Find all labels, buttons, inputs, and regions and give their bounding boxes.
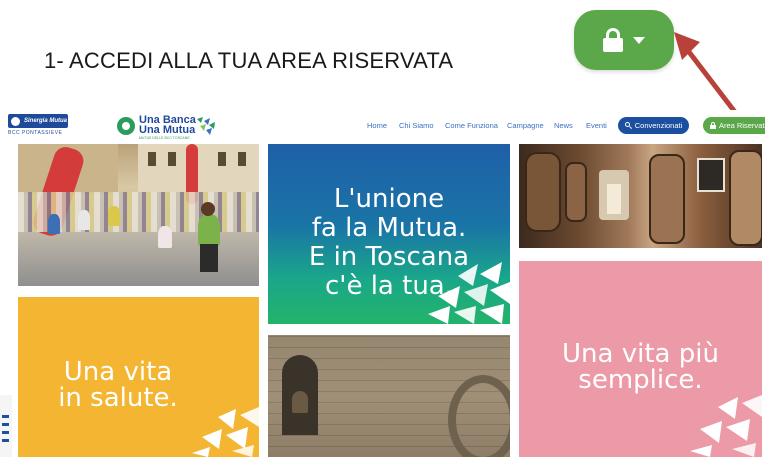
logo-brand: Sinergia Mutua (24, 118, 68, 124)
nav-eventi[interactable]: Eventi (586, 121, 607, 130)
area-riservata-label: Area Riservata (719, 121, 765, 130)
page: 1- ACCEDI ALLA TUA AREA RISERVATA Sinerg… (0, 0, 765, 457)
kids-running-photo-tile[interactable] (18, 144, 259, 286)
instruction-caption: 1- ACCEDI ALLA TUA AREA RISERVATA (44, 48, 454, 73)
pointer-arrow (674, 32, 741, 119)
unione-line-2: fa la Mutua. (311, 213, 467, 243)
salute-line-1: Una vita (63, 357, 173, 387)
caret-down-icon (633, 36, 645, 44)
vita-semplice-tile[interactable]: Una vita più semplice. (519, 261, 762, 457)
nav-come-funziona[interactable]: Come Funziona (445, 121, 498, 130)
nav-chi-siamo[interactable]: Chi Siamo (399, 121, 434, 130)
unione-mutua-tile[interactable]: L'unione fa la Mutua. E in Toscana c'è l… (268, 144, 510, 324)
search-icon (624, 122, 632, 130)
nav-news[interactable]: News (554, 121, 573, 130)
vita-in-salute-tile[interactable]: Una vita in salute. (18, 297, 259, 457)
unione-line-1: L'unione (333, 184, 445, 214)
logo-emblem-icon (117, 117, 135, 135)
semplice-slogan: Una vita più semplice. (519, 341, 762, 393)
wine-cellar-photo-tile[interactable] (519, 144, 762, 248)
logo-subtitle: BCC PONTASSIEVE (8, 130, 63, 136)
sinergia-mutua-logo[interactable]: Sinergia Mutua BCC PONTASSIEVE (8, 114, 70, 140)
semplice-line-2: semplice. (578, 365, 703, 395)
logo-line-3: MUTUE DELLE BCC TOSCANE (139, 136, 190, 140)
una-banca-una-mutua-logo[interactable]: Una Banca Una Mutua MUTUE DELLE BCC TOSC… (117, 113, 227, 141)
logo-mosaic-icon (197, 117, 215, 135)
mosaic-decoration (690, 395, 762, 457)
side-widget[interactable] (0, 395, 12, 457)
nav-campagne[interactable]: Campagne (507, 121, 544, 130)
mosaic-decoration (428, 262, 510, 324)
convenzionati-label: Convenzionati (634, 121, 683, 130)
salute-slogan: Una vita in salute. (18, 359, 218, 411)
nav-home[interactable]: Home (367, 121, 387, 130)
convenzionati-button[interactable]: Convenzionati (618, 117, 689, 134)
semplice-line-1: Una vita più (562, 339, 719, 369)
lock-icon (603, 28, 623, 52)
area-riservata-highlight-button[interactable] (574, 10, 674, 70)
stone-building-photo-tile[interactable] (268, 335, 510, 457)
area-riservata-button[interactable]: Area Riservata (703, 117, 765, 134)
mosaic-decoration (192, 407, 259, 457)
logo-line-2: Una Mutua (139, 124, 196, 136)
lock-icon (710, 122, 716, 129)
